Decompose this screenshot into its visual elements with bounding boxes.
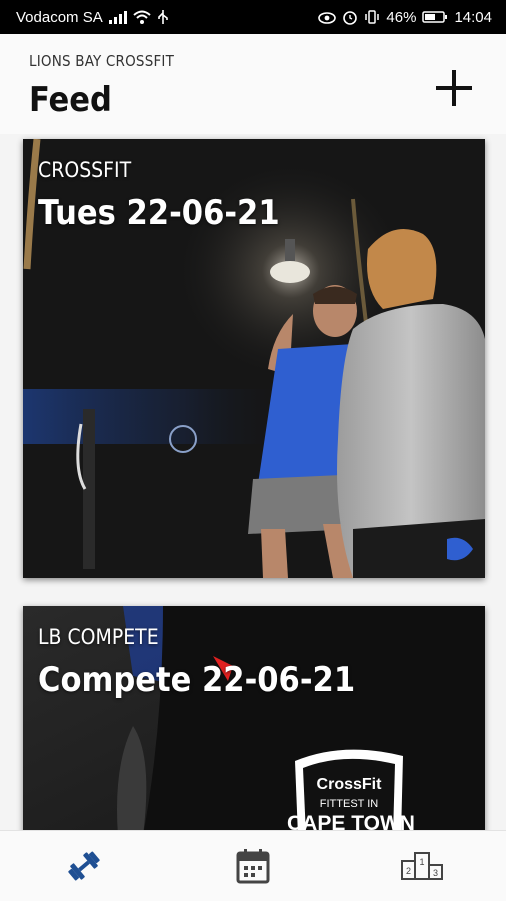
card-title: Compete 22-06-21	[38, 660, 356, 700]
battery-icon	[422, 10, 448, 24]
card-title: Tues 22-06-21	[38, 193, 280, 233]
eye-comfort-icon	[318, 10, 337, 24]
vibrate-icon	[364, 9, 380, 25]
page-title: Feed	[29, 80, 112, 120]
signal-icon	[108, 10, 127, 24]
app-header: LIONS BAY CROSSFIT Feed	[0, 34, 506, 134]
nav-workouts[interactable]	[0, 831, 169, 901]
crossfit-text: CrossFit	[317, 776, 383, 793]
carrier-name: Vodacom SA	[16, 8, 103, 26]
nav-leaderboard[interactable]: 1 2 3	[337, 831, 506, 901]
feed-card-lb-compete[interactable]: CrossFit FITTEST IN CAPE TOWN LB COMPETE…	[23, 606, 485, 836]
status-bar: Vodacom SA 46% 14:04	[0, 0, 506, 34]
alarm-icon	[342, 9, 358, 25]
dumbbell-icon	[68, 851, 101, 881]
add-button[interactable]	[430, 64, 478, 112]
fittest-text: FITTEST IN	[320, 798, 379, 810]
podium-first: 1	[419, 857, 424, 867]
podium-third: 3	[433, 868, 438, 878]
plus-icon	[436, 70, 472, 106]
gym-name: LIONS BAY CROSSFIT	[29, 52, 175, 70]
podium-second: 2	[406, 866, 411, 876]
card-category: CROSSFIT	[38, 158, 132, 182]
clock-time: 14:04	[454, 8, 492, 26]
nav-calendar[interactable]	[169, 831, 338, 901]
leaderboard-icon: 1 2 3	[400, 852, 443, 880]
calendar-icon	[236, 849, 270, 884]
bottom-navigation: 1 2 3	[0, 830, 506, 901]
usb-icon	[157, 9, 169, 25]
wifi-icon	[133, 10, 151, 24]
feed-card-crossfit[interactable]: CROSSFIT Tues 22-06-21	[23, 139, 485, 578]
battery-percent: 46%	[386, 8, 417, 26]
card-category: LB COMPETE	[38, 625, 159, 649]
